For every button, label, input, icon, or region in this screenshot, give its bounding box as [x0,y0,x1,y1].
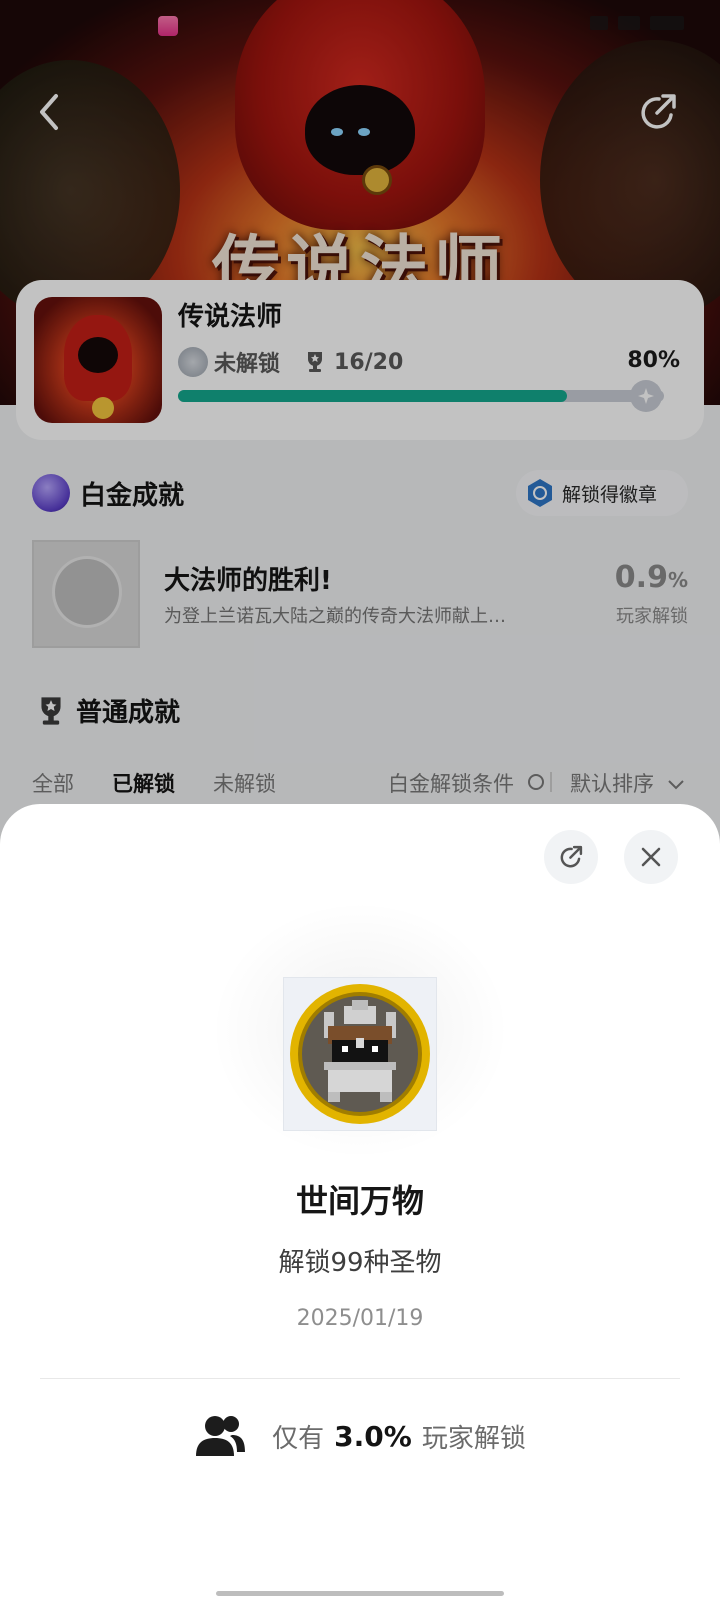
game-summary-card[interactable]: 传说法师 未解锁 16/20 80% [16,280,704,440]
sheet-divider [40,1378,680,1379]
platinum-rate-value: 0.9 [614,560,668,595]
unlock-badge-label: 解锁得徽章 [562,483,658,506]
unlock-badge-button[interactable]: 解锁得徽章 [516,470,688,516]
share-icon [641,94,676,129]
sheet-share-button[interactable] [544,830,598,884]
platinum-achievement-name: 大法师的胜利! [164,566,332,596]
achievement-title: 世间万物 [295,1182,424,1220]
game-meta: 未解锁 16/20 [178,346,403,378]
banner-wizard-eye [331,128,343,136]
sort-label: 默认排序 [570,772,654,796]
status-bar [0,0,720,56]
achievement-unlock-date: 2025/01/19 [296,1306,424,1331]
chevron-down-icon [667,780,684,790]
share-icon [560,845,583,868]
normal-section-header: 普通成就 [36,692,180,729]
trophy-count: 16/20 [334,349,404,375]
normal-section-title: 普通成就 [76,698,181,728]
platinum-section-title: 白金成就 [80,480,185,511]
rate-value: 3.0% [334,1419,412,1453]
back-button[interactable] [28,90,72,134]
game-icon [34,297,162,423]
tabs-divider [550,772,552,792]
tab-unlocked[interactable]: 已解锁 [112,768,175,798]
close-icon [641,847,661,867]
rate-prefix: 仅有 [272,1423,325,1454]
rate-suffix: 玩家解锁 [421,1423,526,1454]
badge-icon [528,479,552,507]
tab-all[interactable]: 全部 [32,768,74,798]
platinum-condition-filter[interactable]: 白金解锁条件 [388,768,547,798]
progress-bar [178,390,664,402]
platinum-section-header: 白金成就 [32,474,184,512]
treasure-chest-medal-icon [290,984,430,1124]
search-icon [527,774,544,790]
trophy-icon [41,696,61,725]
achievement-filter-tabs: 全部 已解锁 未解锁 白金解锁条件 默认排序 [32,768,688,804]
sort-dropdown[interactable]: 默认排序 [570,768,685,798]
game-title: 传说法师 [178,302,283,332]
platinum-achievement-description: 为登上兰诺瓦大陆之巅的传奇大法师献上… [164,606,506,627]
home-indicator[interactable] [216,1591,504,1596]
platinum-rate-label: 玩家解锁 [616,606,688,627]
trophy-icon [308,352,323,372]
platinum-achievement-thumbnail [32,540,140,648]
status-indicators [590,16,684,30]
platinum-achievement-row[interactable]: 大法师的胜利! 为登上兰诺瓦大陆之巅的传奇大法师献上… 0.9% 玩家解锁 [32,540,688,650]
achievement-detail-sheet: 世间万物 解锁99种圣物 2025/01/19 仅有 3.0% 玩家解锁 [0,804,720,1600]
unlock-rate-row: 仅有 3.0% 玩家解锁 [0,1414,720,1458]
chevron-left-icon [40,94,58,130]
achievement-description: 解锁99种圣物 [278,1248,442,1278]
platinum-trophy-icon [32,474,70,512]
banner-character-right [540,40,720,320]
progress-percent: 80% [627,348,680,373]
locked-badge-icon [178,347,208,377]
users-icon [196,1416,246,1456]
banner-wizard-eye [358,128,370,136]
platinum-rate-unit: % [667,568,688,592]
platinum-goal-icon [630,380,662,412]
progress-bar-fill [178,390,567,402]
sheet-close-button[interactable] [624,830,678,884]
filter-label: 白金解锁条件 [388,772,514,796]
notification-app-icon [158,16,178,36]
banner-wizard-medal [362,165,392,195]
lock-status: 未解锁 [214,352,281,377]
tab-locked[interactable]: 未解锁 [213,768,276,798]
platinum-achievement-rate: 0.9% [615,560,688,595]
achievement-icon [283,977,437,1131]
share-button[interactable] [636,90,680,134]
